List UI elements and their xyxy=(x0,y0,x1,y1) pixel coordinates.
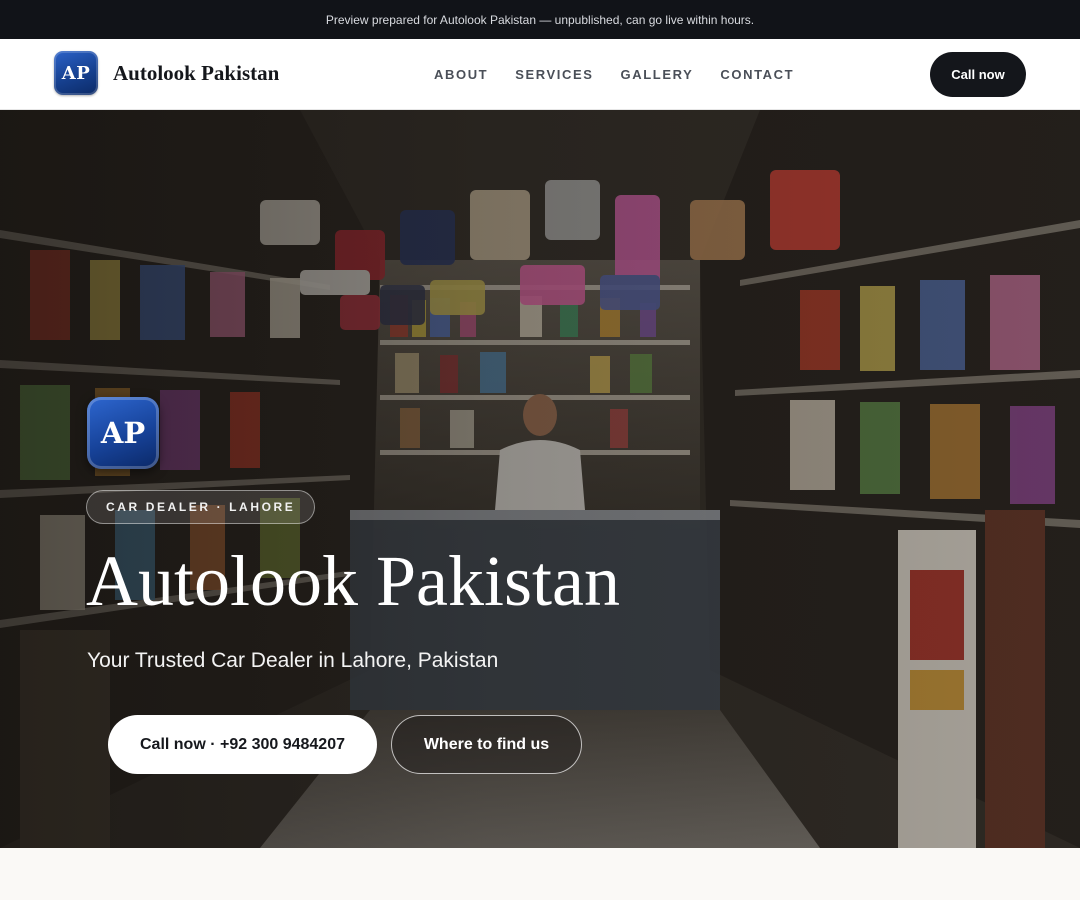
brand-name: Autolook Pakistan xyxy=(113,60,280,85)
main-nav: ABOUT SERVICES GALLERY CONTACT xyxy=(434,39,794,109)
nav-item-services[interactable]: SERVICES xyxy=(515,67,593,82)
hero-title: Autolook Pakistan xyxy=(86,541,620,621)
header-call-button[interactable]: Call now xyxy=(930,52,1026,97)
call-phone-button[interactable]: Call now · +92 300 9484207 xyxy=(108,715,377,774)
logo-badge: AP xyxy=(54,51,98,95)
nav-item-contact[interactable]: CONTACT xyxy=(720,67,794,82)
find-us-button[interactable]: Where to find us xyxy=(391,715,582,774)
site-header: AP Autolook Pakistan ABOUT SERVICES GALL… xyxy=(0,39,1080,110)
category-tag: CAR DEALER · LAHORE xyxy=(86,490,316,524)
hero-section: AP CAR DEALER · LAHORE Autolook Pakistan… xyxy=(0,110,1080,848)
brand-home-link[interactable]: AP Autolook Pakistan xyxy=(54,51,279,95)
hero-logo-initials: AP xyxy=(100,416,146,450)
logo-initials: AP xyxy=(61,62,91,84)
preview-banner-text: Preview prepared for Autolook Pakistan —… xyxy=(325,12,755,27)
hero-subtitle: Your Trusted Car Dealer in Lahore, Pakis… xyxy=(87,649,499,672)
nav-item-about[interactable]: ABOUT xyxy=(434,67,488,82)
nav-item-gallery[interactable]: GALLERY xyxy=(621,67,694,82)
preview-banner: Preview prepared for Autolook Pakistan —… xyxy=(0,0,1080,39)
hero-logo-badge: AP xyxy=(87,397,159,469)
